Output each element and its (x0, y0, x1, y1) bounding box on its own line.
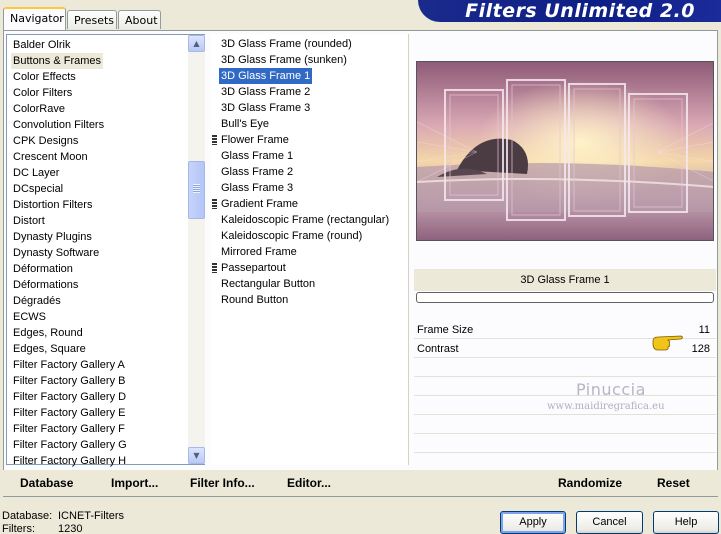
tab-navigator[interactable]: Navigator (3, 7, 66, 30)
database-status-label: Database: (2, 510, 53, 522)
watermark-url: www.maidiregrafica.eu (547, 401, 665, 412)
filter-item[interactable]: Glass Frame 1 (219, 148, 295, 164)
category-item[interactable]: Balder Olrik (11, 37, 72, 53)
filter-item[interactable]: Glass Frame 3 (219, 180, 295, 196)
category-scrollbar[interactable]: ▲ ▼ (188, 35, 205, 464)
filter-item[interactable]: Round Button (219, 292, 290, 308)
preview-graphic (417, 62, 713, 240)
filter-item[interactable]: Kaleidoscopic Frame (rectangular) (219, 212, 391, 228)
category-item[interactable]: Distort (11, 213, 47, 229)
param-value: 128 (691, 343, 710, 355)
category-item[interactable]: Edges, Round (11, 325, 85, 341)
category-item[interactable]: Color Filters (11, 85, 74, 101)
filter-item[interactable]: Glass Frame 2 (219, 164, 295, 180)
category-item[interactable]: Filter Factory Gallery G (11, 437, 129, 453)
category-item[interactable]: Filter Factory Gallery D (11, 389, 128, 405)
filter-item[interactable]: 3D Glass Frame (sunken) (219, 52, 349, 68)
param-label: Contrast (417, 343, 459, 355)
category-item[interactable]: ECWS (11, 309, 48, 325)
param-empty-row (414, 416, 716, 434)
tab-about[interactable]: About (118, 10, 161, 29)
filter-item[interactable]: Flower Frame (219, 132, 291, 148)
category-item[interactable]: Buttons & Frames (11, 53, 104, 69)
import-button[interactable]: Import... (111, 473, 158, 493)
editor-button[interactable]: Editor... (287, 473, 331, 493)
filter-item[interactable]: Rectangular Button (219, 276, 317, 292)
category-item[interactable]: DCspecial (11, 181, 65, 197)
banner-title: Filters Unlimited 2.0 (465, 0, 695, 22)
category-list[interactable]: Balder Olrik Buttons & Frames Color Effect… (6, 34, 205, 467)
status-area: Database: ICNET-Filters Filters: 1230 (2, 510, 124, 534)
favorite-marker-icon (212, 135, 217, 145)
category-item[interactable]: Filter Factory Gallery H (11, 453, 128, 469)
filter-item[interactable]: 3D Glass Frame 2 (219, 84, 312, 100)
filters-status-label: Filters: (2, 523, 35, 534)
progress-bar (416, 292, 714, 303)
category-item[interactable]: Dynasty Plugins (11, 229, 94, 245)
category-item[interactable]: Convolution Filters (11, 117, 106, 133)
filter-item[interactable]: Kaleidoscopic Frame (round) (219, 228, 364, 244)
category-item[interactable]: ColorRave (11, 101, 67, 117)
category-item[interactable]: Crescent Moon (11, 149, 90, 165)
filter-item[interactable]: Passepartout (219, 260, 288, 276)
category-item[interactable]: CPK Designs (11, 133, 80, 149)
param-label: Frame Size (417, 324, 474, 336)
bottom-toolbar: Database Import... Filter Info... Editor… (3, 470, 718, 496)
param-empty-row (414, 378, 716, 396)
category-item[interactable]: Filter Factory Gallery F (11, 421, 127, 437)
category-item[interactable]: Edges, Square (11, 341, 88, 357)
filter-item[interactable]: Gradient Frame (219, 196, 300, 212)
filter-list[interactable]: 3D Glass Frame (rounded) 3D Glass Frame (… (211, 34, 409, 465)
watermark-name: Pinuccia (576, 380, 646, 399)
category-item[interactable]: Dégradés (11, 293, 63, 309)
pointing-hand-icon (652, 335, 683, 351)
scroll-up-button[interactable]: ▲ (188, 35, 205, 52)
scroll-down-button[interactable]: ▼ (188, 447, 205, 464)
filter-item[interactable]: 3D Glass Frame 3 (219, 100, 312, 116)
category-item[interactable]: Déformations (11, 277, 80, 293)
apply-button[interactable]: Apply (500, 511, 566, 534)
category-item[interactable]: Filter Factory Gallery E (11, 405, 127, 421)
favorite-marker-icon (212, 199, 217, 209)
help-button[interactable]: Help (653, 511, 719, 534)
selected-filter-name: 3D Glass Frame 1 (414, 269, 716, 291)
reset-button[interactable]: Reset (657, 473, 690, 493)
title-banner: Filters Unlimited 2.0 (418, 0, 721, 22)
filters-status-value: 1230 (58, 523, 83, 534)
cancel-button[interactable]: Cancel (576, 511, 643, 534)
param-value: 11 (698, 324, 710, 336)
tab-presets[interactable]: Presets (67, 10, 117, 29)
category-item[interactable]: Dynasty Software (11, 245, 101, 261)
category-item[interactable]: Filter Factory Gallery A (11, 357, 127, 373)
preview-image (416, 61, 714, 241)
category-item[interactable]: Déformation (11, 261, 75, 277)
database-button[interactable]: Database (20, 473, 73, 493)
favorite-marker-icon (212, 263, 217, 273)
category-item[interactable]: Filter Factory Gallery B (11, 373, 127, 389)
database-status-value: ICNET-Filters (58, 510, 124, 522)
param-empty-row (414, 359, 716, 377)
filter-item[interactable]: 3D Glass Frame 1 (219, 68, 313, 84)
param-empty-row (414, 435, 716, 453)
category-item[interactable]: DC Layer (11, 165, 61, 181)
randomize-button[interactable]: Randomize (558, 473, 622, 493)
filter-item[interactable]: Bull's Eye (219, 116, 271, 132)
category-item[interactable]: Distortion Filters (11, 197, 94, 213)
filter-item[interactable]: 3D Glass Frame (rounded) (219, 36, 354, 52)
category-item[interactable]: Color Effects (11, 69, 78, 85)
filter-item[interactable]: Mirrored Frame (219, 244, 299, 260)
scroll-thumb[interactable] (188, 161, 205, 219)
parameter-panel: Frame Size 11 Contrast 128 (414, 321, 716, 466)
tab-bar: Navigator Presets About (0, 0, 415, 30)
filter-info-button[interactable]: Filter Info... (190, 473, 255, 493)
